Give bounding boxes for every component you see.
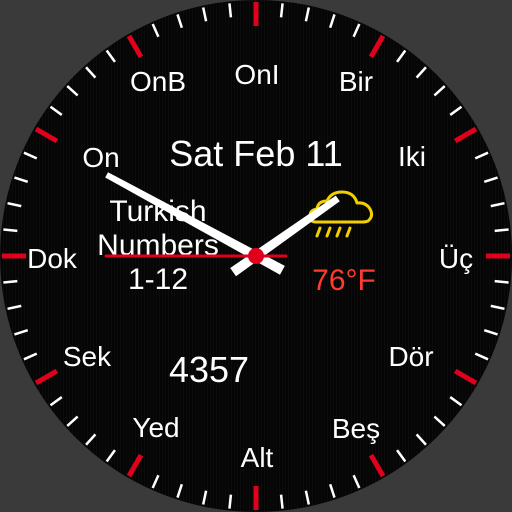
center-cap [248, 248, 264, 264]
hour-hand [230, 195, 340, 277]
clock-hands [104, 172, 340, 277]
watch-face: Bir Iki Üç Dör Beş Alt Yed Sek Dok On On… [0, 0, 512, 512]
